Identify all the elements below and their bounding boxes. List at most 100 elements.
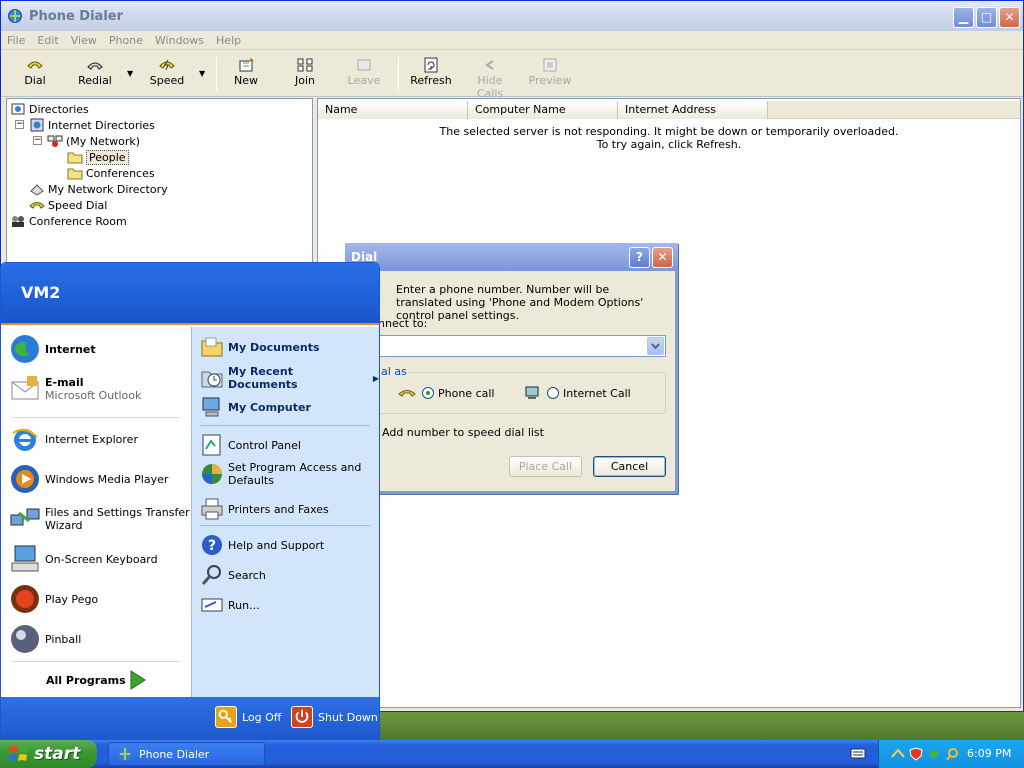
start-item-on-screen-keyboard[interactable]: On-Screen Keyboard <box>9 543 158 575</box>
maximize-button[interactable]: □ <box>976 7 997 28</box>
internet-explorer-icon <box>12 428 38 451</box>
internet-call-option[interactable]: Internet Call <box>523 386 631 400</box>
keyboard-layout-icon[interactable] <box>850 746 866 760</box>
start-menu-right-column: My Documents My Recent Documents ▶ My Co… <box>191 327 379 697</box>
start-item-internet-explorer[interactable]: Internet Explorer <box>9 423 138 455</box>
taskbar: start Phone Dialer 6:09 PM <box>0 740 1024 768</box>
clock[interactable]: 6:09 PM <box>967 747 1011 760</box>
join-button[interactable]: Join <box>286 55 324 93</box>
key-icon <box>215 706 237 728</box>
speed-button[interactable]: Speed <box>147 55 187 93</box>
cancel-button[interactable]: Cancel <box>593 456 666 477</box>
close-button[interactable]: ✕ <box>999 7 1020 28</box>
shut-down-button[interactable]: Shut Down <box>291 706 378 728</box>
start-item-help-support[interactable]: ? Help and Support <box>200 533 324 557</box>
printer-icon <box>201 498 223 520</box>
start-button[interactable]: start <box>0 740 97 768</box>
redial-dropdown-icon[interactable]: ▼ <box>127 69 133 78</box>
refresh-icon <box>424 57 438 73</box>
start-item-pinball[interactable]: Pinball <box>9 623 81 655</box>
start-item-search[interactable]: Search <box>200 563 266 587</box>
help-button[interactable]: ? <box>629 247 650 268</box>
folder-icon <box>67 168 83 180</box>
dial-button[interactable]: Dial <box>15 55 55 93</box>
server-status-message: The selected server is not responding. I… <box>439 125 899 151</box>
tree-directories[interactable]: Directories <box>10 101 89 117</box>
connect-to-label: nnect to: <box>378 317 428 330</box>
dialog-close-button[interactable]: ✕ <box>652 247 673 268</box>
place-call-button[interactable]: Place Call <box>509 456 582 477</box>
tree-my-network[interactable]: (My Network) <box>47 133 140 149</box>
all-programs-arrow-icon[interactable] <box>129 669 147 691</box>
start-item-internet[interactable]: Internet <box>9 333 96 365</box>
menu-phone[interactable]: Phone <box>103 34 149 47</box>
all-programs-button[interactable]: All Programs <box>46 674 126 687</box>
computer-icon <box>525 386 539 399</box>
folder-open-icon <box>67 152 83 164</box>
list-header: Name Computer Name Internet Address <box>318 101 1020 119</box>
start-item-my-documents[interactable]: My Documents <box>200 335 320 359</box>
security-shield-icon[interactable] <box>909 747 923 761</box>
tree-conferences[interactable]: Conferences <box>67 165 155 181</box>
leave-button[interactable]: Leave <box>345 55 383 93</box>
transfer-wizard-icon <box>10 508 40 526</box>
directory-tree[interactable]: Directories − Internet Directories − (My… <box>6 98 313 263</box>
combobox-dropdown-button[interactable] <box>647 337 664 355</box>
column-name[interactable]: Name <box>318 101 468 119</box>
expand-internet-directories[interactable]: − <box>15 120 24 129</box>
phone-icon <box>398 390 416 397</box>
tree-speed-dial[interactable]: Speed Dial <box>29 197 107 213</box>
start-item-set-program-access[interactable]: Set Program Access and Defaults <box>200 461 361 487</box>
program-access-icon <box>202 464 222 484</box>
phone-call-option[interactable]: Phone call <box>398 386 494 400</box>
menu-edit[interactable]: Edit <box>31 34 64 47</box>
network-directory-icon <box>30 184 44 196</box>
menu-view[interactable]: View <box>65 34 103 47</box>
tree-people[interactable]: People <box>67 149 129 165</box>
menu-help[interactable]: Help <box>210 34 247 47</box>
start-item-run[interactable]: Run... <box>200 593 260 617</box>
taskbar-phone-dialer[interactable]: Phone Dialer <box>108 742 265 766</box>
update-tray-icon[interactable] <box>927 747 941 761</box>
network-tray-icon[interactable] <box>891 747 905 761</box>
menu-file[interactable]: File <box>1 34 31 47</box>
run-icon <box>201 598 223 612</box>
add-speed-dial-checkbox[interactable]: Add number to speed dial list <box>382 426 544 439</box>
toolbar-separator <box>398 57 399 91</box>
join-icon <box>297 58 313 72</box>
tree-internet-directories[interactable]: Internet Directories <box>29 117 155 133</box>
log-off-button[interactable]: Log Off <box>215 706 281 728</box>
chevron-down-icon <box>651 343 660 350</box>
refresh-button[interactable]: Refresh <box>409 55 453 93</box>
dial-title-bar[interactable]: Dial ? ✕ <box>345 243 678 271</box>
hide-calls-button[interactable]: Hide Calls <box>463 55 517 100</box>
phone-call-radio[interactable] <box>422 387 434 399</box>
connect-to-combobox[interactable] <box>378 335 666 357</box>
new-button[interactable]: New <box>227 55 265 93</box>
title-bar[interactable]: Phone Dialer ▁ □ ✕ <box>1 1 1023 31</box>
column-internet-address[interactable]: Internet Address <box>618 101 768 119</box>
expand-my-network[interactable]: − <box>33 136 42 145</box>
start-item-printers-faxes[interactable]: Printers and Faxes <box>200 497 329 521</box>
start-menu-footer: Log Off Shut Down <box>1 697 379 740</box>
speed-dropdown-icon[interactable]: ▼ <box>199 69 205 78</box>
column-computer-name[interactable]: Computer Name <box>468 101 618 119</box>
menu-windows[interactable]: Windows <box>149 34 210 47</box>
start-item-control-panel[interactable]: Control Panel <box>200 433 301 457</box>
redial-button[interactable]: Redial <box>75 55 115 93</box>
tree-my-network-directory[interactable]: My Network Directory <box>29 181 168 197</box>
start-item-my-computer[interactable]: My Computer <box>200 395 311 419</box>
start-item-play-pego[interactable]: Play Pego <box>9 583 98 615</box>
start-item-email[interactable]: E-mail Microsoft Outlook <box>9 373 141 405</box>
hide-calls-icon <box>485 60 494 70</box>
control-panel-icon <box>202 434 221 456</box>
search-tray-icon[interactable] <box>945 747 959 761</box>
preview-button[interactable]: Preview <box>528 55 572 93</box>
start-item-files-settings-transfer[interactable]: Files and Settings Transfer Wizard <box>9 503 190 535</box>
tree-conference-room[interactable]: Conference Room <box>10 213 127 229</box>
start-item-my-recent-documents[interactable]: My Recent Documents ▶ <box>200 365 379 391</box>
internet-call-radio[interactable] <box>547 387 559 399</box>
start-right-divider <box>200 425 370 426</box>
start-item-windows-media-player[interactable]: Windows Media Player <box>9 463 168 495</box>
minimize-button[interactable]: ▁ <box>953 7 974 28</box>
